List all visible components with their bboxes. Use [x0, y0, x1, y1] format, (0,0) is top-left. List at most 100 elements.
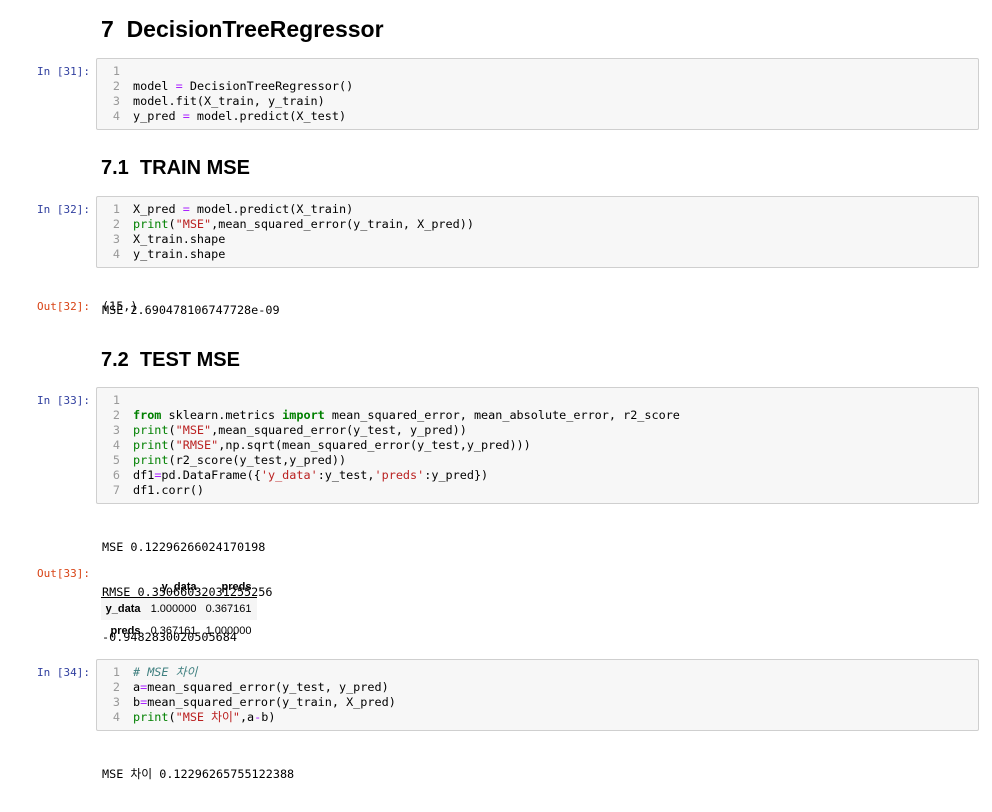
- code-line: 1 X_pred = model.predict(X_train): [97, 202, 978, 217]
- code-line: 1 # MSE 차이: [97, 665, 978, 680]
- operator-token: =: [140, 695, 148, 709]
- code-text: DecisionTreeRegressor(): [182, 79, 354, 93]
- code-line-content: print("MSE 차이" ,a - b): [124, 710, 276, 725]
- line-number: 1: [112, 393, 120, 407]
- code-line: 2 model = DecisionTreeRegressor(): [97, 79, 978, 94]
- input-prompt: In [33]:: [37, 394, 90, 407]
- table-row: preds 0.367161 1.000000: [101, 620, 257, 642]
- string-token: "MSE": [175, 217, 212, 231]
- code-line-content: X_train.shape: [124, 232, 225, 247]
- code-line: 3 b = mean_squared_error(y_train, X_pred): [97, 695, 978, 710]
- string-token: "MSE 차이": [175, 710, 240, 724]
- section-heading: 7.1 TRAIN MSE: [101, 157, 250, 179]
- code-editor[interactable]: 1 2 from sklearn.metrics import mean_squ…: [96, 387, 979, 504]
- code-line: 2 from sklearn.metrics import mean_squar…: [97, 408, 978, 423]
- code-line-content: [124, 64, 133, 79]
- operator-token: =: [182, 202, 190, 216]
- code-text: X_pred: [133, 202, 183, 216]
- code-text: (: [168, 438, 176, 452]
- line-number: 5: [112, 453, 120, 467]
- line-number: 3: [112, 94, 120, 108]
- stdout-line: MSE 차이 0.12296265755122388: [102, 767, 295, 781]
- markdown-cell[interactable]: 7.2 TEST MSE: [0, 345, 980, 375]
- header-row: y_data preds: [101, 577, 257, 598]
- input-prompt: In [34]:: [37, 666, 90, 679]
- input-prompt: In [31]:: [37, 65, 90, 78]
- code-text: (: [168, 217, 176, 231]
- code-text: (r2_score(y_test,y_pred)): [168, 453, 347, 467]
- code-line-content: model = DecisionTreeRegressor(): [124, 79, 353, 94]
- builtin-token: print: [133, 217, 169, 231]
- code-line-content: X_pred = model.predict(X_train): [124, 202, 353, 217]
- row-index: y_data: [105, 603, 141, 615]
- markdown-cell[interactable]: 7 DecisionTreeRegressor: [0, 14, 980, 44]
- code-text: sklearn.metrics: [161, 408, 283, 422]
- code-line: 4 print("MSE 차이" ,a - b): [97, 710, 978, 725]
- code-editor[interactable]: 1 2 model = DecisionTreeRegressor() 3 mo…: [96, 58, 979, 130]
- code-line: 7 df1.corr(): [97, 483, 978, 498]
- builtin-token: print: [133, 423, 169, 437]
- code-text: model.predict(X_train): [189, 202, 354, 216]
- column-header: preds: [202, 577, 257, 598]
- code-text: ,mean_squared_error(y_train, X_pred)): [211, 217, 474, 231]
- table-cell: 1.000000: [150, 603, 197, 615]
- code-line: 3 print("MSE" ,mean_squared_error(y_test,…: [97, 423, 978, 438]
- code-editor[interactable]: 1 X_pred = model.predict(X_train) 2 prin…: [96, 196, 979, 268]
- table-corner: [101, 577, 146, 598]
- line-number: 2: [112, 680, 120, 694]
- code-text: :y_test,: [317, 468, 375, 482]
- code-line: 4 print("RMSE" ,np.sqrt(mean_squared_erro…: [97, 438, 978, 453]
- code-line: 6 df1 = pd.DataFrame({'y_data':y_test,'pre…: [97, 468, 978, 483]
- operator-token: =: [140, 680, 148, 694]
- code-text: model: [133, 79, 176, 93]
- string-token: 'preds': [374, 468, 425, 482]
- notebook: 7 DecisionTreeRegressor In [31]: 1 2 mod…: [0, 0, 992, 781]
- keyword-token: import: [282, 408, 325, 422]
- line-number: 3: [112, 423, 120, 437]
- code-line: 4 y_train.shape: [97, 247, 978, 262]
- code-text: mean_squared_error(y_train, X_pred): [147, 695, 396, 709]
- code-line-content: y_train.shape: [124, 247, 225, 262]
- string-token: 'y_data': [260, 468, 318, 482]
- code-text: X_train.shape: [133, 232, 226, 246]
- table-row: y_data 1.000000 0.367161: [101, 597, 257, 620]
- code-text: (: [168, 423, 176, 437]
- code-text: mean_squared_error(y_test, y_pred): [147, 680, 389, 694]
- string-token: "RMSE": [175, 438, 219, 452]
- code-text: model.predict(X_test): [189, 109, 347, 123]
- code-line-content: df1 = pd.DataFrame({'y_data':y_test,'preds…: [124, 468, 488, 483]
- line-number: 4: [112, 247, 120, 261]
- code-line: 3 X_train.shape: [97, 232, 978, 247]
- dataframe-table: y_data preds y_data 1.000000 0.367161 pr…: [101, 577, 257, 642]
- operator-token: =: [182, 109, 190, 123]
- section-heading: 7 DecisionTreeRegressor: [101, 16, 384, 42]
- code-editor[interactable]: 1 # MSE 차이 2 a = mean_squared_error(y_test…: [96, 659, 979, 731]
- builtin-token: print: [133, 438, 169, 452]
- code-text: ,mean_squared_error(y_test, y_pred)): [211, 423, 467, 437]
- code-text: :y_pred}): [424, 468, 489, 482]
- code-text: y_train.shape: [133, 247, 226, 261]
- markdown-cell[interactable]: 7.1 TRAIN MSE: [0, 153, 980, 183]
- code-line: 5 print (r2_score(y_test,y_pred)): [97, 453, 978, 468]
- line-number: 7: [112, 483, 120, 497]
- builtin-token: print: [133, 710, 169, 724]
- execute-result: (15,): [102, 299, 138, 313]
- input-prompt: In [32]:: [37, 203, 90, 216]
- section-heading: 7.2 TEST MSE: [101, 349, 240, 371]
- code-line-content: print("MSE" ,mean_squared_error(y_train, …: [124, 217, 474, 232]
- operator-token: =: [175, 79, 183, 93]
- code-line-content: from sklearn.metrics import mean_squared…: [124, 408, 680, 423]
- line-number: 6: [112, 468, 120, 482]
- code-line-content: a = mean_squared_error(y_test, y_pred): [124, 680, 389, 695]
- line-number: 1: [112, 665, 120, 679]
- line-number: 2: [112, 217, 120, 231]
- code-line-content: print (r2_score(y_test,y_pred)): [124, 453, 346, 468]
- line-number: 4: [112, 109, 120, 123]
- code-text: ,np.sqrt(mean_squared_error(y_test,y_pre…: [218, 438, 531, 452]
- comment-token: # MSE 차이: [133, 665, 198, 679]
- keyword-token: from: [133, 408, 162, 422]
- code-line-content: print("MSE" ,mean_squared_error(y_test, y…: [124, 423, 467, 438]
- table-cell: 0.367161: [150, 625, 197, 637]
- table-cell: 0.367161: [205, 603, 252, 615]
- code-text: a: [133, 680, 141, 694]
